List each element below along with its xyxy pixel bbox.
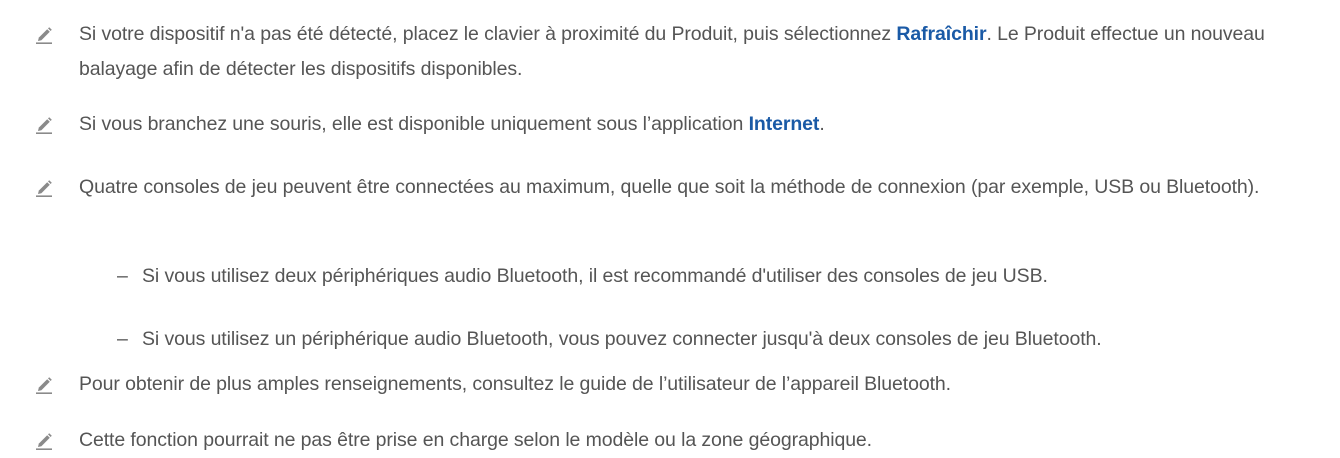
internet-link[interactable]: Internet bbox=[749, 113, 820, 135]
pencil-note-icon bbox=[36, 117, 52, 134]
note-text: Cette fonction pourrait ne pas être pris… bbox=[79, 429, 872, 451]
sub-item-text: Si vous utilisez deux périphériques audi… bbox=[142, 265, 1048, 287]
note-text: Quatre consoles de jeu peuvent être conn… bbox=[79, 176, 1260, 198]
note-text: Pour obtenir de plus amples renseignemen… bbox=[79, 373, 951, 395]
note-text-after: . bbox=[819, 113, 825, 135]
pencil-note-icon bbox=[36, 27, 52, 44]
refresh-link[interactable]: Rafraîchir bbox=[896, 23, 986, 45]
note-text-before: Si votre dispositif n'a pas été détecté,… bbox=[79, 23, 897, 45]
note-text: Si vous branchez une souris, elle est di… bbox=[79, 107, 1329, 142]
note-text: Si votre dispositif n'a pas été détecté,… bbox=[79, 17, 1329, 87]
sub-item-text: Si vous utilisez un périphérique audio B… bbox=[142, 328, 1102, 350]
dash-bullet: – bbox=[117, 328, 128, 350]
pencil-note-icon bbox=[36, 377, 52, 394]
pencil-note-icon bbox=[36, 433, 52, 450]
dash-bullet: – bbox=[117, 265, 128, 287]
note-text-before: Si vous branchez une souris, elle est di… bbox=[79, 113, 749, 135]
pencil-note-icon bbox=[36, 180, 52, 197]
